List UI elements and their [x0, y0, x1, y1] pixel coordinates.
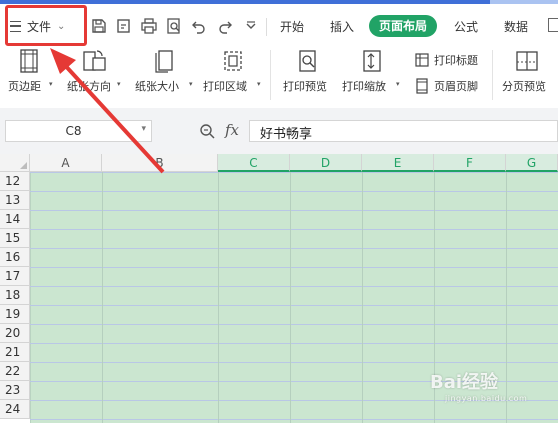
column-header-e[interactable]: E — [362, 154, 434, 172]
print-preview-label: 打印预览 — [283, 80, 327, 93]
ribbon-divider — [270, 50, 271, 100]
orientation-button[interactable]: 纸张方向 ▾ — [65, 46, 123, 108]
watermark-logo: Bai经验 — [430, 372, 499, 393]
print-area-button[interactable]: 打印区域 ▾ — [201, 46, 265, 108]
print-area-label: 打印区域 — [203, 80, 247, 93]
ribbon-page-layout: 页边距 ▾ 纸张方向 ▾ 纸张大小 ▾ 打印区域 ▾ 打印预览 打印缩放 ▾ 打… — [0, 46, 558, 108]
row-header-17[interactable]: 17 — [0, 267, 30, 286]
row-header-23[interactable]: 23 — [0, 381, 30, 400]
menu-divider — [266, 18, 267, 36]
print-scale-icon — [359, 48, 385, 74]
row-header-20[interactable]: 20 — [0, 324, 30, 343]
row-header-16[interactable]: 16 — [0, 248, 30, 267]
tab-data[interactable]: 数据 — [504, 17, 528, 37]
tab-formula[interactable]: 公式 — [454, 17, 478, 37]
undo-icon[interactable] — [190, 17, 208, 35]
print-preview-icon[interactable] — [165, 17, 183, 35]
column-gridline — [102, 172, 103, 423]
select-all-corner[interactable] — [0, 154, 30, 172]
print-scale-label: 打印缩放 — [342, 80, 386, 93]
column-header-b[interactable]: B — [102, 154, 218, 172]
row-header-21[interactable]: 21 — [0, 343, 30, 362]
print-titles-button[interactable]: 打印标题 — [414, 50, 478, 70]
caret-icon: ▾ — [396, 80, 400, 88]
tab-insert[interactable]: 插入 — [330, 17, 354, 37]
print-preview-icon — [295, 48, 321, 74]
zoom-icon[interactable] — [198, 122, 216, 140]
row-header-19[interactable]: 19 — [0, 305, 30, 324]
print-preview-button[interactable]: 打印预览 — [280, 46, 336, 108]
tab-page-layout[interactable]: 页面布局 — [369, 15, 438, 37]
paper-size-icon — [151, 48, 177, 74]
orientation-icon — [81, 48, 107, 74]
formula-bar: C8 ▾ fx 好书畅享 — [0, 116, 558, 146]
row-header-22[interactable]: 22 — [0, 362, 30, 381]
print-icon[interactable] — [140, 17, 158, 35]
paper-size-label: 纸张大小 — [135, 80, 179, 93]
column-header-f[interactable]: F — [434, 154, 506, 172]
chevron-down-icon[interactable]: ▾ — [141, 124, 146, 134]
fx-icon[interactable]: fx — [225, 121, 239, 139]
row-header-13[interactable]: 13 — [0, 191, 30, 210]
formula-input[interactable]: 好书畅享 — [249, 120, 558, 142]
paper-size-button[interactable]: 纸张大小 ▾ — [133, 46, 195, 108]
more-dropdown-icon[interactable] — [242, 17, 260, 35]
print-area-icon — [220, 48, 246, 74]
caret-icon: ▾ — [49, 80, 53, 88]
column-header-d[interactable]: D — [290, 154, 362, 172]
page-break-preview-icon — [514, 48, 540, 74]
name-box-value: C8 — [65, 124, 82, 138]
print-titles-label: 打印标题 — [434, 54, 478, 67]
column-gridline — [218, 172, 219, 423]
save-icon[interactable] — [90, 17, 108, 35]
caret-icon: ▾ — [117, 80, 121, 88]
redo-icon[interactable] — [216, 17, 234, 35]
name-box[interactable]: C8 ▾ — [5, 120, 152, 142]
column-header-g[interactable]: G — [506, 154, 558, 172]
column-gridline — [506, 172, 507, 423]
page-break-preview-button[interactable]: 分页预览 — [498, 46, 556, 108]
export-pdf-icon[interactable] — [115, 17, 133, 35]
row-header-12[interactable]: 12 — [0, 172, 30, 191]
ribbon-gap — [0, 108, 558, 116]
formula-gap — [0, 146, 558, 154]
formula-value: 好书畅享 — [260, 127, 313, 142]
orientation-label: 纸张方向 — [67, 80, 111, 93]
ribbon-divider — [492, 50, 493, 100]
row-header-15[interactable]: 15 — [0, 229, 30, 248]
column-header-a[interactable]: A — [30, 154, 102, 172]
tab-overflow-icon[interactable] — [548, 18, 558, 32]
caret-icon: ▾ — [189, 80, 193, 88]
print-scale-button[interactable]: 打印缩放 ▾ — [341, 46, 403, 108]
highlight-box — [5, 5, 87, 46]
page-break-preview-label: 分页预览 — [502, 80, 546, 93]
header-footer-button[interactable]: 页眉页脚 — [414, 76, 478, 96]
column-gridline — [362, 172, 363, 423]
header-footer-icon — [416, 78, 428, 94]
row-header-14[interactable]: 14 — [0, 210, 30, 229]
caret-icon: ▾ — [257, 80, 261, 88]
margins-label: 页边距 — [8, 80, 41, 93]
margins-button[interactable]: 页边距 ▾ — [5, 46, 53, 108]
tab-start[interactable]: 开始 — [280, 17, 304, 37]
column-gridline — [290, 172, 291, 423]
print-titles-icon — [415, 53, 429, 67]
row-header-18[interactable]: 18 — [0, 286, 30, 305]
watermark-url: jingyan.baidu.com — [445, 394, 528, 403]
margins-icon — [16, 48, 42, 74]
row-header-24[interactable]: 24 — [0, 400, 30, 419]
header-footer-label: 页眉页脚 — [434, 80, 478, 93]
column-header-c[interactable]: C — [218, 154, 290, 172]
